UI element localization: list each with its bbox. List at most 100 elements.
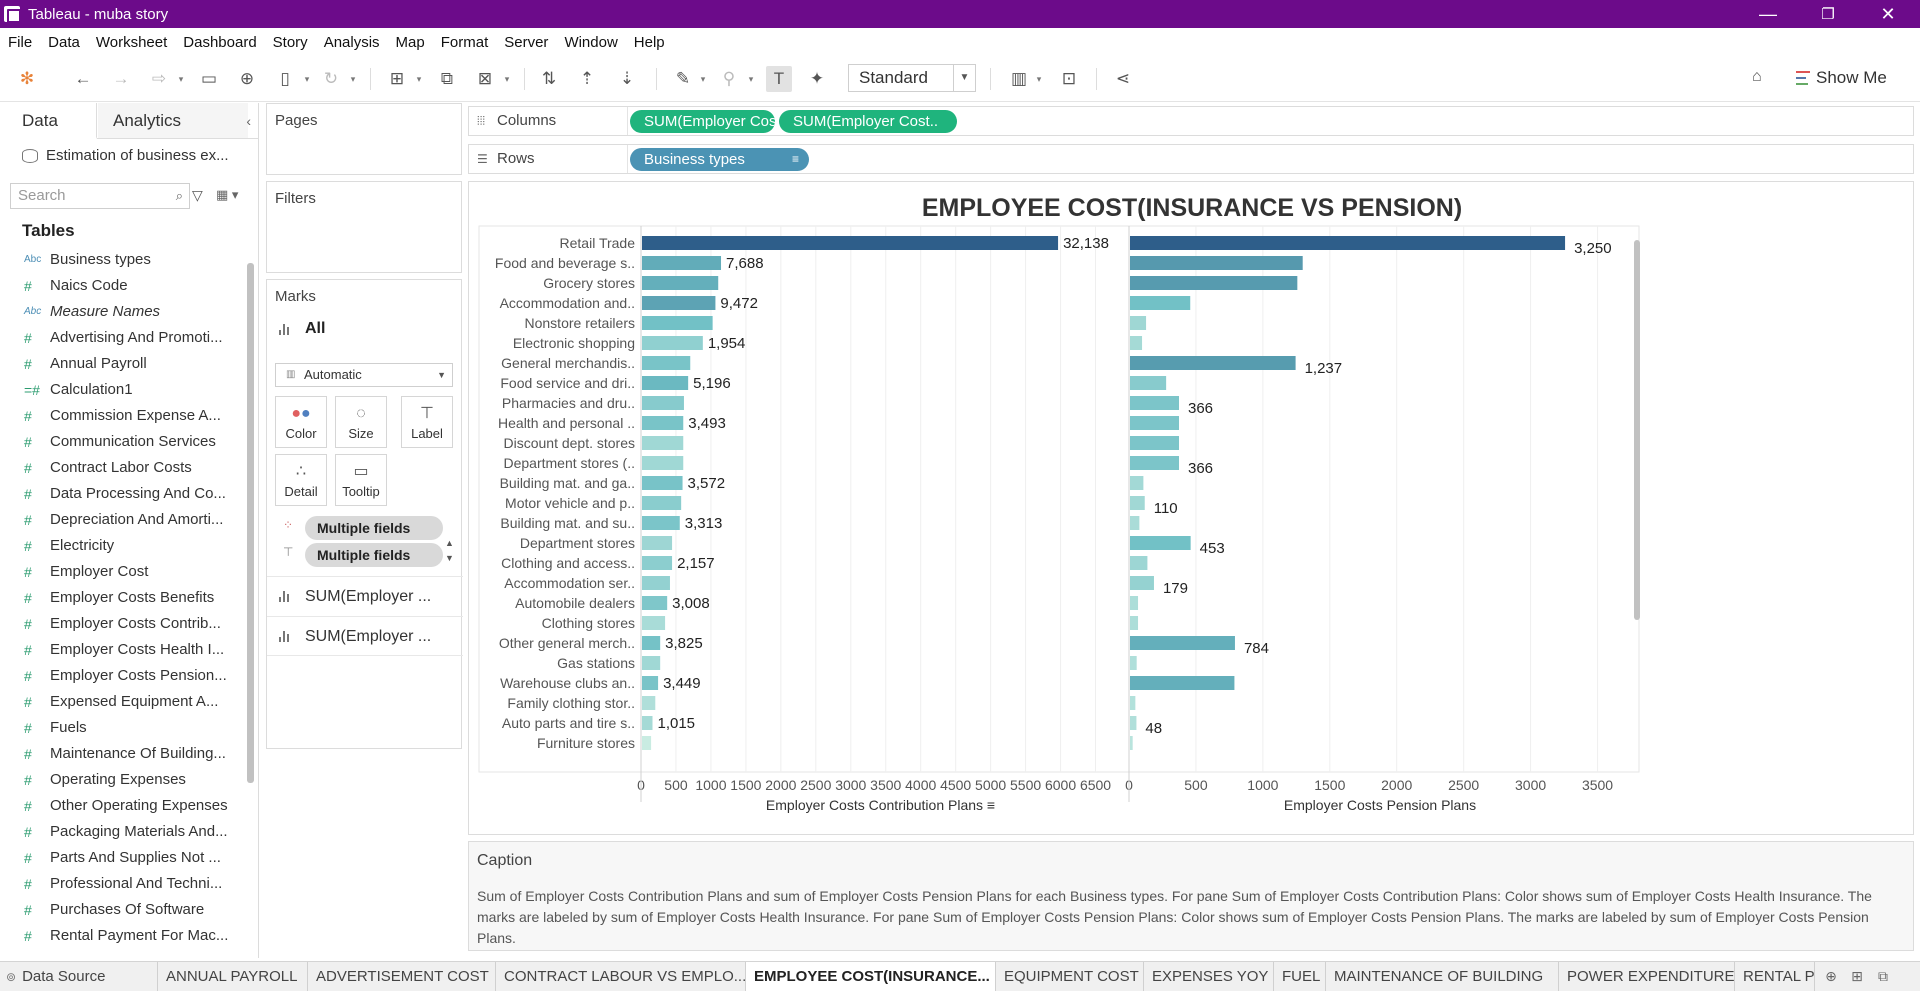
filters-card[interactable]: Filters [266, 181, 462, 273]
columns-shelf[interactable]: ⦙⦙⦙ Columns SUM(Employer Cost.. SUM(Emplo… [468, 106, 1914, 136]
new-story-icon[interactable]: ⧉ [1870, 968, 1896, 985]
sort-ascending-icon[interactable]: ⇡ [574, 66, 600, 92]
new-worksheet-icon[interactable]: ⊞ [384, 66, 410, 92]
detail-button[interactable]: ∴ Detail [275, 454, 327, 506]
group-icon[interactable]: ⚲ [716, 66, 742, 92]
menu-worksheet[interactable]: Worksheet [88, 34, 175, 51]
scroll-down-icon[interactable]: ▼ [445, 553, 455, 563]
menu-format[interactable]: Format [433, 34, 497, 51]
redo-icon[interactable]: → [108, 66, 134, 92]
field-item[interactable]: # Employer Costs Pension... [0, 663, 245, 689]
menu-help[interactable]: Help [626, 34, 673, 51]
view-options-icon[interactable]: ▦ ▾ [216, 187, 238, 203]
pause-icon[interactable]: ▯ [272, 66, 298, 92]
field-item[interactable]: # Communication Services [0, 429, 245, 455]
highlight-caret-icon[interactable]: ▾ [698, 66, 708, 92]
menu-data[interactable]: Data [40, 34, 88, 51]
replay-icon[interactable]: ⇨ [146, 66, 172, 92]
datasource-item[interactable]: Estimation of business ex... [22, 147, 229, 164]
collapse-pane-icon[interactable]: ‹ [246, 113, 251, 129]
field-item[interactable]: =# Calculation1 [0, 377, 245, 403]
fix-axes-icon[interactable]: ✦ [804, 66, 830, 92]
rows-pill-business-types[interactable]: Business types ≡ [630, 148, 809, 171]
refresh-icon[interactable]: ↻ [318, 66, 344, 92]
field-item[interactable]: Abc Business types [0, 247, 245, 273]
label-button[interactable]: ⊤ Label [401, 396, 453, 448]
save-icon[interactable]: ▭ [196, 66, 222, 92]
scrollbar[interactable] [247, 263, 254, 783]
field-item[interactable]: # Maintenance Of Building... [0, 741, 245, 767]
field-item[interactable]: # Employer Cost [0, 559, 245, 585]
menu-file[interactable]: File [0, 34, 40, 51]
field-item[interactable]: # Electricity [0, 533, 245, 559]
field-item[interactable]: # Other Operating Expenses [0, 793, 245, 819]
filter-icon[interactable]: ▽ [192, 187, 203, 204]
sheet-tab[interactable]: EQUIPMENT COST [996, 962, 1144, 991]
field-item[interactable]: # Purchases Of Software [0, 897, 245, 923]
duplicate-icon[interactable]: ⧉ [434, 66, 460, 92]
sheet-tab[interactable]: ADVERTISEMENT COST [308, 962, 496, 991]
search-input[interactable]: Search ⌕ [10, 183, 190, 209]
sheet-tab[interactable]: FUEL [1274, 962, 1326, 991]
menu-map[interactable]: Map [388, 34, 433, 51]
sheet-tab[interactable]: EMPLOYEE COST(INSURANCE... [746, 962, 996, 991]
field-item[interactable]: # Expensed Equipment A... [0, 689, 245, 715]
marks-all-tab[interactable]: All [279, 320, 325, 338]
scroll-up-icon[interactable]: ▲ [445, 538, 455, 548]
new-worksheet-icon[interactable]: ⊕ [1818, 968, 1844, 985]
menu-analysis[interactable]: Analysis [316, 34, 388, 51]
menu-dashboard[interactable]: Dashboard [175, 34, 264, 51]
columns-pill-2[interactable]: SUM(Employer Cost.. [779, 110, 957, 133]
color-button[interactable]: ●● Color [275, 396, 327, 448]
search-icon[interactable]: ⌕ [176, 184, 183, 208]
chart-type-icon[interactable]: ▥ [1006, 66, 1032, 92]
sheet-tab[interactable]: EXPENSES YOY [1144, 962, 1274, 991]
size-button[interactable]: ◌ Size [335, 396, 387, 448]
clear-caret-icon[interactable]: ▾ [502, 66, 512, 92]
group-caret-icon[interactable]: ▾ [746, 66, 756, 92]
new-worksheet-caret-icon[interactable]: ▾ [414, 66, 424, 92]
share-icon[interactable]: ⋖ [1110, 66, 1136, 92]
field-item[interactable]: # Employer Costs Contrib... [0, 611, 245, 637]
fit-dropdown[interactable]: Standard ▼ [848, 64, 976, 92]
highlight-icon[interactable]: ✎ [670, 66, 696, 92]
field-item[interactable]: # Employer Costs Health I... [0, 637, 245, 663]
field-item[interactable]: # Employer Costs Benefits [0, 585, 245, 611]
field-item[interactable]: Abc Measure Names [0, 299, 245, 325]
close-button[interactable]: ✕ [1860, 0, 1916, 28]
marks-tab-sum-2[interactable]: SUM(Employer ... [267, 616, 463, 656]
menu-story[interactable]: Story [265, 34, 316, 51]
clear-icon[interactable]: ⊠ [472, 66, 498, 92]
marks-tab-sum-1[interactable]: SUM(Employer ... [267, 576, 463, 616]
columns-pill-1[interactable]: SUM(Employer Cost.. [630, 110, 775, 133]
field-item[interactable]: # Packaging Materials And... [0, 819, 245, 845]
pause-caret-icon[interactable]: ▾ [302, 66, 312, 92]
sheet-tab[interactable]: ANNUAL PAYROLL [158, 962, 308, 991]
field-item[interactable]: # Contract Labor Costs [0, 455, 245, 481]
pages-card[interactable]: Pages [266, 103, 462, 175]
field-item[interactable]: # Professional And Techni... [0, 871, 245, 897]
field-item[interactable]: # Depreciation And Amorti... [0, 507, 245, 533]
show-me-button[interactable]: Show Me [1796, 64, 1887, 92]
tab-data-source[interactable]: ⊚ Data Source [0, 962, 158, 991]
tooltip-button[interactable]: ▭ Tooltip [335, 454, 387, 506]
color-field-pill[interactable]: Multiple fields [305, 516, 443, 540]
tableau-logo-icon[interactable]: ✻ [14, 66, 40, 92]
show-labels-icon[interactable]: T [766, 66, 792, 92]
swap-icon[interactable]: ⇅ [536, 66, 562, 92]
tab-data[interactable]: Data [0, 103, 97, 139]
menu-window[interactable]: Window [556, 34, 625, 51]
menu-server[interactable]: Server [496, 34, 556, 51]
field-item[interactable]: # Data Processing And Co... [0, 481, 245, 507]
restore-button[interactable]: ❐ [1800, 0, 1856, 28]
field-item[interactable]: # Parts And Supplies Not ... [0, 845, 245, 871]
label-field-pill[interactable]: Multiple fields [305, 543, 443, 567]
sheet-tab[interactable]: CONTRACT LABOUR VS EMPLO... [496, 962, 746, 991]
new-dashboard-icon[interactable]: ⊞ [1844, 968, 1870, 985]
rows-shelf[interactable]: ☰ Rows Business types ≡ [468, 144, 1914, 174]
chevron-down-icon[interactable]: ▼ [437, 364, 446, 386]
field-item[interactable]: # Rental Payment For Mac... [0, 923, 245, 949]
minimize-button[interactable]: — [1740, 0, 1796, 28]
sheet-tab[interactable]: POWER EXPENDITURE [1559, 962, 1735, 991]
field-item[interactable]: # Fuels [0, 715, 245, 741]
